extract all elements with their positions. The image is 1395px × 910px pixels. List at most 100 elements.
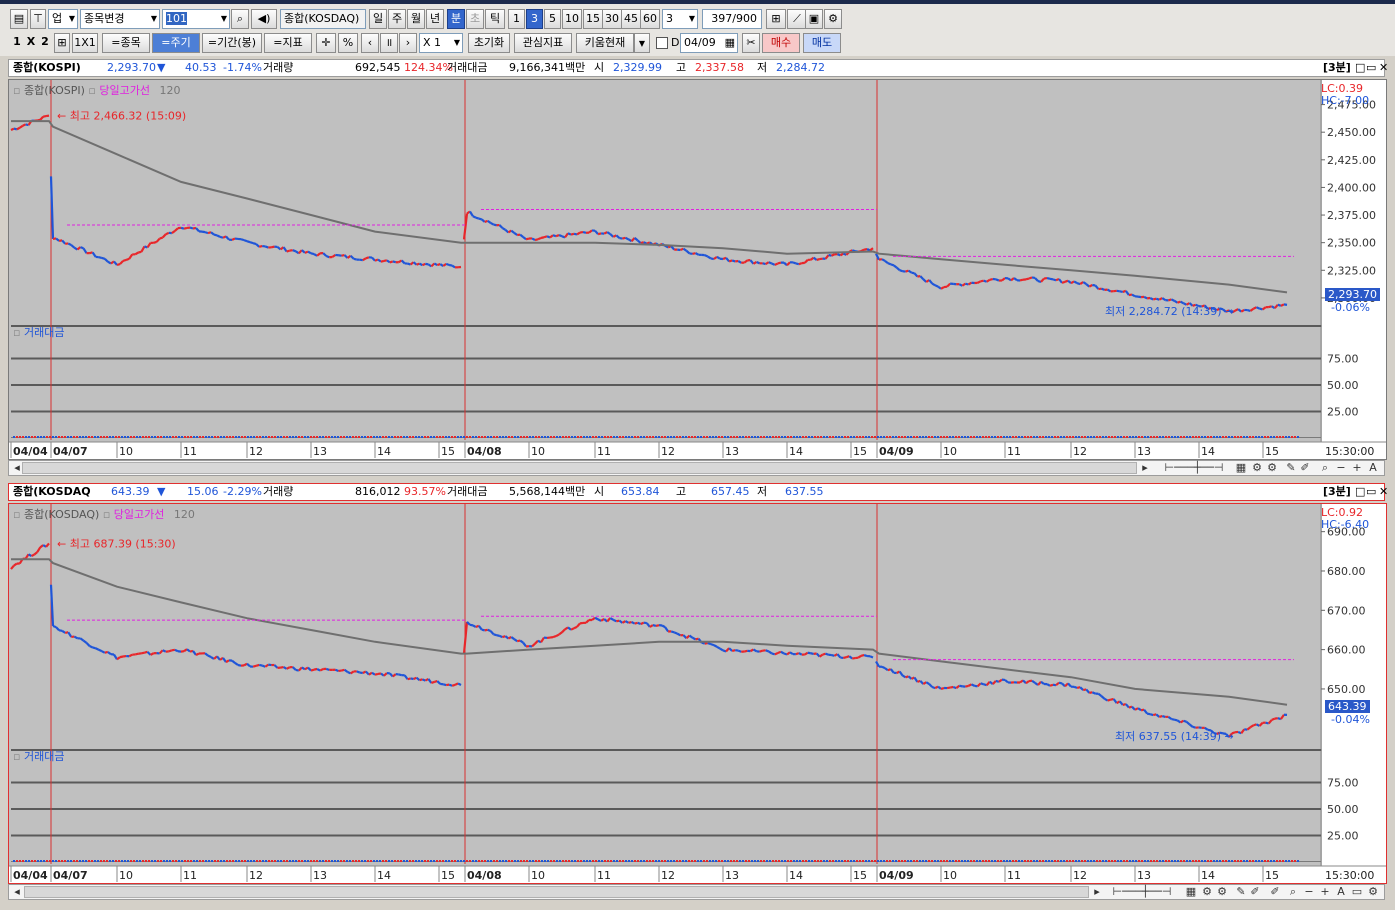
interest-indicator-button[interactable]: 관심지표 — [514, 33, 572, 53]
eq-range-button[interactable]: =기간(봉) — [202, 33, 262, 53]
restore-icon[interactable]: ▭ — [1366, 484, 1376, 500]
kospi-scroll-thumb[interactable] — [22, 462, 1137, 474]
zoom-out-icon[interactable]: − — [1302, 885, 1316, 899]
pen-icon[interactable]: ✐ — [1248, 885, 1262, 899]
price-candle — [472, 624, 477, 628]
kosdaq-scroll-thumb[interactable] — [24, 886, 1089, 898]
save-button[interactable]: ▣ — [805, 9, 823, 29]
interval-45-button[interactable]: 45 — [621, 9, 641, 29]
price-candle — [716, 645, 721, 650]
zoom-out-icon[interactable]: − — [1334, 461, 1348, 475]
period-tick-button[interactable]: 틱 — [485, 9, 505, 29]
date-input[interactable]: 04/09 ▦ — [680, 33, 738, 53]
interval-1-button[interactable]: 1 — [508, 9, 525, 29]
interval-input[interactable]: 3 ▼ — [662, 9, 698, 29]
interval-3-button[interactable]: 3 — [526, 9, 543, 29]
volume-bar — [1003, 860, 1005, 862]
layout-1x1-button[interactable]: 1X1 — [72, 33, 98, 53]
gear-icon[interactable]: ⚙ — [1366, 885, 1380, 899]
eq-stock-button[interactable]: =종목 — [102, 33, 150, 53]
table-icon[interactable]: ▦ — [1234, 461, 1248, 475]
pause-button[interactable]: ॥ — [380, 33, 398, 53]
gear-icon[interactable]: ⚙ — [1215, 885, 1229, 899]
change-stock-select[interactable]: 종목변경 ▼ — [80, 9, 160, 29]
crosshair-button[interactable]: ✛ — [316, 33, 336, 53]
eq-indicator-button[interactable]: =지표 — [264, 33, 312, 53]
tool-line-button[interactable]: ⟋ — [787, 9, 807, 29]
volume-bar — [211, 436, 213, 438]
font-icon[interactable]: A — [1334, 885, 1348, 899]
scroll-left-icon[interactable]: ◂ — [10, 461, 24, 475]
prev-button[interactable]: ‹ — [361, 33, 379, 53]
zoom-in-icon[interactable]: + — [1350, 461, 1364, 475]
pin-icon-button[interactable]: ⊤ — [30, 9, 46, 29]
gear-icon[interactable]: ⚙ — [1250, 461, 1264, 475]
volume-bar — [1237, 860, 1239, 862]
interval-5-button[interactable]: 5 — [544, 9, 561, 29]
sound-button[interactable]: ◀) — [251, 9, 277, 29]
interval-10-button[interactable]: 10 — [562, 9, 582, 29]
search-button[interactable]: ⌕ — [231, 9, 249, 29]
price-candle — [310, 252, 315, 256]
x-axis-area — [9, 442, 1386, 459]
layout-grid-button[interactable]: ⊞ — [54, 33, 70, 53]
period-minute-button[interactable]: 분 — [447, 9, 465, 29]
next-button[interactable]: › — [399, 33, 417, 53]
maximize-icon[interactable]: □ — [1355, 484, 1365, 500]
gear-icon[interactable]: ⚙ — [1200, 885, 1214, 899]
zoom-slider-icon[interactable]: ⊢───┼──⊣ — [1108, 885, 1176, 899]
scissor-button[interactable]: ✂ — [742, 33, 760, 53]
zoom-slider-icon[interactable]: ⊢───┼──⊣ — [1160, 461, 1228, 475]
sell-button[interactable]: 매도 — [803, 33, 841, 53]
kiwoom-dropdown-button[interactable]: ▼ — [634, 33, 650, 53]
price-candle — [1046, 276, 1051, 280]
maximize-icon[interactable]: □ — [1355, 60, 1365, 76]
price-candle — [692, 636, 697, 641]
gear-icon[interactable]: ⚙ — [1265, 461, 1279, 475]
period-second-button[interactable]: 초 — [466, 9, 484, 29]
interval-60-button[interactable]: 60 — [640, 9, 660, 29]
buy-button[interactable]: 매수 — [762, 33, 800, 53]
percent-button[interactable]: % — [338, 33, 358, 53]
volume-bar — [682, 860, 684, 862]
close-icon[interactable]: ✕ — [1379, 484, 1388, 500]
close-icon[interactable]: ✕ — [1379, 60, 1388, 76]
pen-icon[interactable]: ✎ — [1284, 461, 1298, 475]
layout-icon-button[interactable]: ▤ — [10, 9, 28, 29]
period-day-button[interactable]: 일 — [369, 9, 387, 29]
period-year-button[interactable]: 년 — [426, 9, 444, 29]
period-month-button[interactable]: 월 — [407, 9, 425, 29]
code-input[interactable]: 101 ▼ — [162, 9, 230, 29]
tool-grid-button[interactable]: ⊞ — [766, 9, 786, 29]
volume-bar — [223, 436, 225, 438]
volume-bar — [781, 436, 783, 438]
settings-button[interactable]: ⚙ — [824, 9, 842, 29]
font-icon[interactable]: A — [1366, 461, 1380, 475]
date-value: 04/09 — [684, 36, 716, 49]
multiplier-select[interactable]: X 1 ▼ — [419, 33, 463, 53]
kiwoom-current-button[interactable]: 키움현재 — [576, 33, 634, 53]
pen-icon[interactable]: ✐ — [1268, 885, 1282, 899]
volume-bar — [346, 436, 348, 438]
reset-button[interactable]: 초기화 — [468, 33, 510, 53]
scroll-right-icon[interactable]: ▸ — [1090, 885, 1104, 899]
interval-15-button[interactable]: 15 — [583, 9, 603, 29]
window-icon[interactable]: ▭ — [1350, 885, 1364, 899]
pen-icon[interactable]: ✐ — [1298, 461, 1312, 475]
zoom-in-icon[interactable]: + — [1318, 885, 1332, 899]
period-week-button[interactable]: 주 — [388, 9, 406, 29]
eq-period-button[interactable]: =주기 — [152, 33, 200, 53]
table-icon[interactable]: ▦ — [1184, 885, 1198, 899]
market-select[interactable]: 업 ▼ — [48, 9, 78, 29]
pen-icon[interactable]: ✎ — [1234, 885, 1248, 899]
restore-icon[interactable]: ▭ — [1366, 60, 1376, 76]
scroll-left-icon[interactable]: ◂ — [10, 885, 24, 899]
count-input[interactable]: 397/900 — [702, 9, 762, 29]
layout-1-button[interactable]: 1 — [10, 33, 24, 53]
layout-2-button[interactable]: 2 — [38, 33, 52, 53]
magnifier-icon[interactable]: ⌕ — [1286, 885, 1300, 899]
magnifier-icon[interactable]: ⌕ — [1318, 461, 1332, 475]
scroll-right-icon[interactable]: ▸ — [1138, 461, 1152, 475]
interval-30-button[interactable]: 30 — [602, 9, 622, 29]
date-checkbox[interactable] — [656, 37, 668, 49]
